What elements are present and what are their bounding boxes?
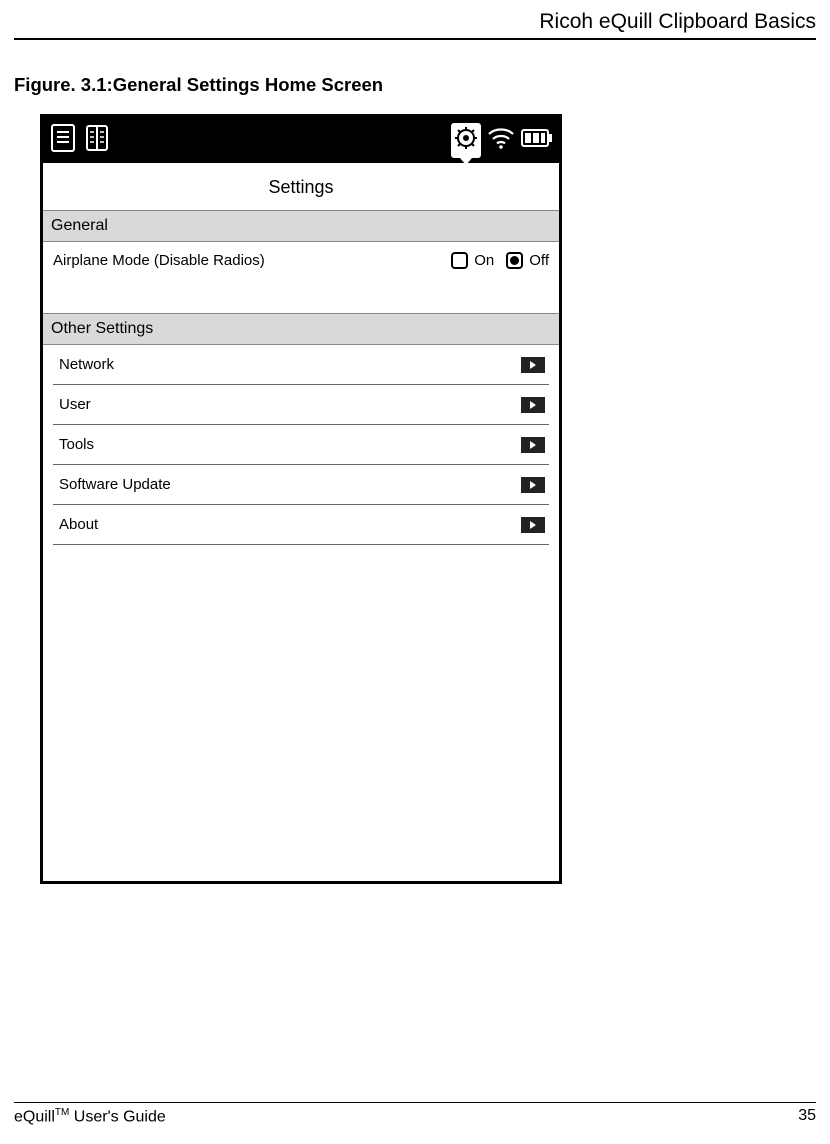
document-icon[interactable] bbox=[49, 122, 77, 159]
airplane-on-label: On bbox=[474, 252, 494, 269]
header-rule bbox=[14, 38, 816, 40]
page-number: 35 bbox=[798, 1107, 816, 1126]
airplane-mode-label: Airplane Mode (Disable Radios) bbox=[53, 252, 265, 269]
chevron-right-icon bbox=[521, 357, 545, 373]
chevron-right-icon bbox=[521, 397, 545, 413]
list-item-label: User bbox=[59, 396, 91, 413]
list-item[interactable]: Network bbox=[53, 345, 549, 385]
pages-icon[interactable] bbox=[83, 122, 115, 159]
list-item-label: Network bbox=[59, 356, 114, 373]
list-item[interactable]: User bbox=[53, 385, 549, 425]
device-screenshot: Settings General Airplane Mode (Disable … bbox=[40, 114, 562, 884]
figure-caption: Figure. 3.1:General Settings Home Screen bbox=[14, 74, 816, 96]
wifi-icon[interactable] bbox=[487, 126, 515, 155]
running-header: Ricoh eQuill Clipboard Basics bbox=[14, 10, 816, 34]
settings-icon[interactable] bbox=[451, 123, 481, 158]
airplane-off-label: Off bbox=[529, 252, 549, 269]
chevron-right-icon bbox=[521, 477, 545, 493]
chevron-right-icon bbox=[521, 517, 545, 533]
airplane-on-radio[interactable] bbox=[451, 252, 468, 269]
list-item-label: Software Update bbox=[59, 476, 171, 493]
footer-guide-title: eQuillTM User's Guide bbox=[14, 1107, 166, 1126]
section-header-other: Other Settings bbox=[43, 313, 559, 345]
list-item[interactable]: Software Update bbox=[53, 465, 549, 505]
section-header-general: General bbox=[43, 210, 559, 242]
list-item-label: Tools bbox=[59, 436, 94, 453]
chevron-right-icon bbox=[521, 437, 545, 453]
airplane-off-radio[interactable] bbox=[506, 252, 523, 269]
list-item-label: About bbox=[59, 516, 98, 533]
other-settings-list: Network User Tools Software Update About bbox=[43, 345, 559, 545]
list-item[interactable]: Tools bbox=[53, 425, 549, 465]
battery-icon[interactable] bbox=[521, 128, 553, 153]
airplane-mode-row: Airplane Mode (Disable Radios) On Off bbox=[43, 242, 559, 313]
page-footer: eQuillTM User's Guide 35 bbox=[14, 1102, 816, 1126]
list-item[interactable]: About bbox=[53, 505, 549, 545]
status-bar bbox=[43, 117, 559, 163]
panel-title: Settings bbox=[43, 163, 559, 210]
